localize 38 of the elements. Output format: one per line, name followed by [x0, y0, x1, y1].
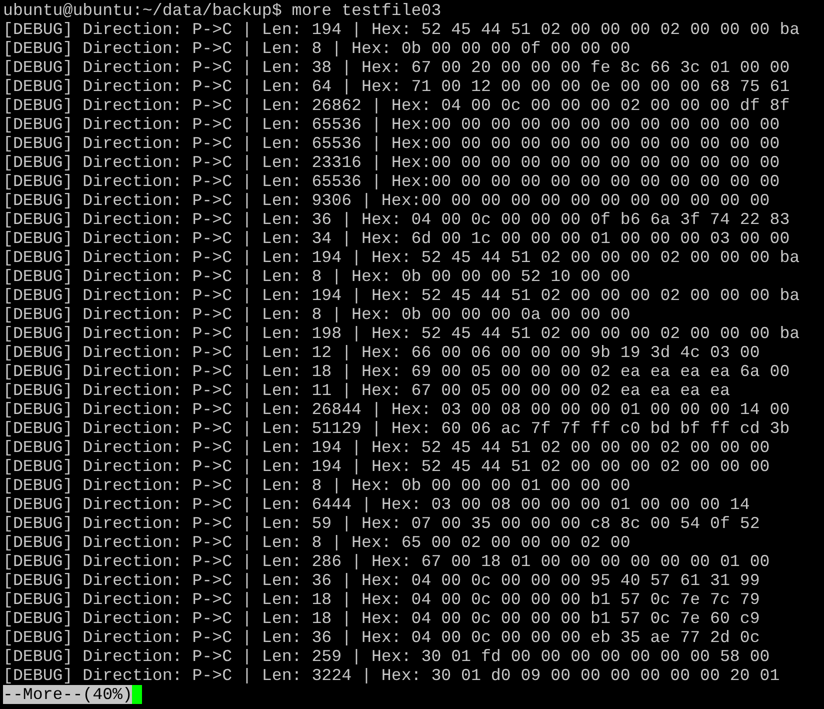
cursor-icon: [132, 685, 142, 704]
log-line: [DEBUG] Direction: P->C | Len: 65536 | Hex:00 00 00 00 00 00 00 00 00 00 00 00: [3, 172, 780, 191]
pager-status: --More--(40%): [3, 685, 132, 704]
log-line: [DEBUG] Direction: P->C | Len: 194 | Hex: 52 45 44 51 02 00 00 00 02 00 00 00: [3, 457, 770, 476]
log-line: [DEBUG] Direction: P->C | Len: 38 | Hex: 67 00 20 00 00 00 fe 8c 66 3c 01 00 00: [3, 58, 790, 77]
log-line: [DEBUG] Direction: P->C | Len: 194 | Hex: 52 45 44 51 02 00 00 00 02 00 00 00 ba: [3, 248, 800, 267]
log-line: [DEBUG] Direction: P->C | Len: 65536 | Hex:00 00 00 00 00 00 00 00 00 00 00 00: [3, 134, 780, 153]
log-line: [DEBUG] Direction: P->C | Len: 18 | Hex: 69 00 05 00 00 00 02 ea ea ea ea 6a 00: [3, 362, 790, 381]
log-line: [DEBUG] Direction: P->C | Len: 18 | Hex: 04 00 0c 00 00 00 b1 57 0c 7e 7c 79: [3, 590, 760, 609]
log-line: [DEBUG] Direction: P->C | Len: 12 | Hex: 66 00 06 00 00 00 9b 19 3d 4c 03 00: [3, 343, 760, 362]
log-line: [DEBUG] Direction: P->C | Len: 65536 | Hex:00 00 00 00 00 00 00 00 00 00 00 00: [3, 115, 780, 134]
log-line: [DEBUG] Direction: P->C | Len: 8 | Hex: 0b 00 00 00 0a 00 00 00: [3, 305, 630, 324]
log-line: [DEBUG] Direction: P->C | Len: 51129 | Hex: 60 06 ac 7f 7f ff c0 bd bf ff cd 3b: [3, 419, 790, 438]
log-line: [DEBUG] Direction: P->C | Len: 34 | Hex: 6d 00 1c 00 00 00 01 00 00 00 03 00 00: [3, 229, 790, 248]
log-line: [DEBUG] Direction: P->C | Len: 9306 | Hex:00 00 00 00 00 00 00 00 00 00 00 00: [3, 191, 770, 210]
log-line: [DEBUG] Direction: P->C | Len: 11 | Hex: 67 00 05 00 00 00 02 ea ea ea ea: [3, 381, 730, 400]
log-line: [DEBUG] Direction: P->C | Len: 8 | Hex: 0b 00 00 00 01 00 00 00: [3, 476, 630, 495]
log-line: [DEBUG] Direction: P->C | Len: 23316 | Hex:00 00 00 00 00 00 00 00 00 00 00 00: [3, 153, 780, 172]
log-line: [DEBUG] Direction: P->C | Len: 3224 | Hex: 30 01 d0 09 00 00 00 00 00 00 20 01: [3, 666, 780, 685]
log-line: [DEBUG] Direction: P->C | Len: 26862 | Hex: 04 00 0c 00 00 00 02 00 00 00 df 8f: [3, 96, 790, 115]
log-line: [DEBUG] Direction: P->C | Len: 198 | Hex: 52 45 44 51 02 00 00 00 02 00 00 00 ba: [3, 324, 800, 343]
log-line: [DEBUG] Direction: P->C | Len: 36 | Hex: 04 00 0c 00 00 00 95 40 57 61 31 99: [3, 571, 760, 590]
command-prompt: ubuntu@ubuntu:~/data/backup$ more testfile03: [3, 1, 442, 20]
log-line: [DEBUG] Direction: P->C | Len: 18 | Hex: 04 00 0c 00 00 00 b1 57 0c 7e 60 c9: [3, 609, 760, 628]
log-line: [DEBUG] Direction: P->C | Len: 286 | Hex: 67 00 18 01 00 00 00 00 00 00 01 00: [3, 552, 770, 571]
log-line: [DEBUG] Direction: P->C | Len: 6444 | Hex: 03 00 08 00 00 00 01 00 00 00 14: [3, 495, 750, 514]
log-line: [DEBUG] Direction: P->C | Len: 26844 | Hex: 03 00 08 00 00 00 01 00 00 00 14 00: [3, 400, 790, 419]
log-line: [DEBUG] Direction: P->C | Len: 36 | Hex: 04 00 0c 00 00 00 eb 35 ae 77 2d 0c: [3, 628, 760, 647]
log-line: [DEBUG] Direction: P->C | Len: 194 | Hex: 52 45 44 51 02 00 00 00 02 00 00 00: [3, 438, 770, 457]
log-line: [DEBUG] Direction: P->C | Len: 59 | Hex: 07 00 35 00 00 00 c8 8c 00 54 0f 52: [3, 514, 760, 533]
log-line: [DEBUG] Direction: P->C | Len: 64 | Hex: 71 00 12 00 00 00 0e 00 00 00 68 75 61: [3, 77, 790, 96]
log-line: [DEBUG] Direction: P->C | Len: 8 | Hex: 0b 00 00 00 0f 00 00 00: [3, 39, 630, 58]
log-line: [DEBUG] Direction: P->C | Len: 194 | Hex: 52 45 44 51 02 00 00 00 02 00 00 00 ba: [3, 286, 800, 305]
log-line: [DEBUG] Direction: P->C | Len: 36 | Hex: 04 00 0c 00 00 00 0f b6 6a 3f 74 22 83: [3, 210, 790, 229]
log-line: [DEBUG] Direction: P->C | Len: 194 | Hex: 52 45 44 51 02 00 00 00 02 00 00 00 ba: [3, 20, 800, 39]
log-line: [DEBUG] Direction: P->C | Len: 8 | Hex: 65 00 02 00 00 00 02 00: [3, 533, 630, 552]
log-line: [DEBUG] Direction: P->C | Len: 8 | Hex: 0b 00 00 00 52 10 00 00: [3, 267, 630, 286]
log-line: [DEBUG] Direction: P->C | Len: 259 | Hex: 30 01 fd 00 00 00 00 00 00 00 58 00: [3, 647, 770, 666]
